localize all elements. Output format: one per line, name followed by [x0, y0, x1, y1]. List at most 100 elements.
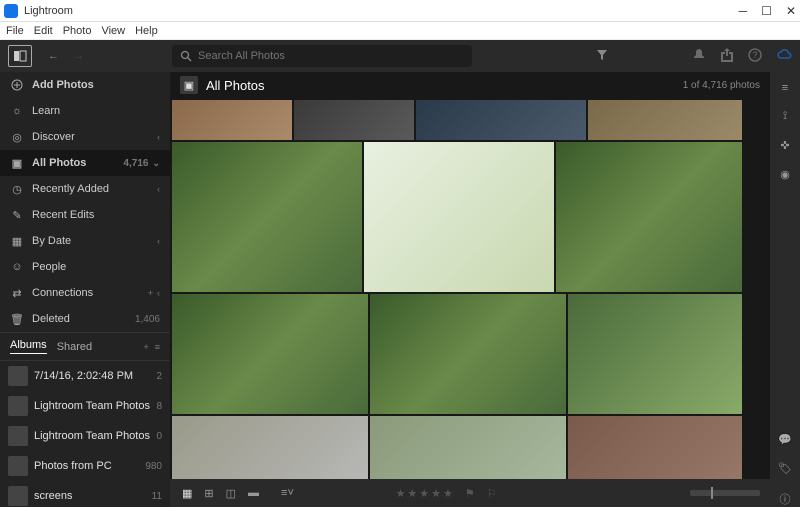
- svg-text:?: ?: [752, 50, 757, 60]
- masking-icon[interactable]: ◉: [780, 168, 790, 181]
- menu-help[interactable]: Help: [135, 25, 158, 37]
- connections-icon: ⇄: [10, 286, 24, 300]
- sidebar-by-date[interactable]: ▦ By Date ‹: [0, 228, 170, 254]
- menu-file[interactable]: File: [6, 25, 24, 37]
- shared-tab[interactable]: Shared: [57, 341, 92, 353]
- close-button[interactable]: ✕: [786, 4, 796, 18]
- right-toolbar: ≡ ⟟ ✜ ◉ 💬 🏷 ⓘ: [770, 72, 800, 507]
- app-icon: [4, 4, 18, 18]
- album-thumbnail: [8, 426, 28, 446]
- album-label: screens: [34, 490, 148, 502]
- photo-grid: [170, 98, 770, 479]
- menu-view[interactable]: View: [101, 25, 125, 37]
- zoom-slider[interactable]: [690, 490, 760, 496]
- album-label: Lightroom Team Photos: [34, 400, 152, 412]
- info-icon[interactable]: ⓘ: [780, 491, 791, 507]
- album-count: 2: [156, 371, 162, 382]
- add-album-button[interactable]: +: [143, 342, 148, 352]
- photo-thumbnail[interactable]: [568, 416, 742, 479]
- photo-thumbnail[interactable]: [172, 294, 368, 414]
- sidebar-people[interactable]: ☺ People: [0, 254, 170, 280]
- photo-thumbnail[interactable]: [568, 294, 742, 414]
- album-row[interactable]: Lightroom Team Photos 8: [0, 391, 170, 421]
- menu-photo[interactable]: Photo: [63, 25, 92, 37]
- search-icon: [180, 50, 192, 62]
- sidebar-recent-edits[interactable]: ✎ Recent Edits: [0, 202, 170, 228]
- album-row[interactable]: Lightroom Team Photos 0: [0, 421, 170, 451]
- sidebar-deleted[interactable]: 🗑 Deleted 1,406: [0, 306, 170, 332]
- chevron-down-icon: ⌄: [152, 158, 160, 169]
- back-button[interactable]: ←: [44, 48, 63, 64]
- photo-thumbnail[interactable]: [370, 416, 566, 479]
- keywords-icon[interactable]: 🏷: [778, 462, 792, 475]
- flag-pick-icon[interactable]: ⚑: [465, 487, 477, 500]
- filter-button[interactable]: [596, 49, 608, 64]
- album-label: 7/14/16, 2:02:48 PM: [34, 370, 152, 382]
- sidebar-learn[interactable]: ☼ Learn: [0, 98, 170, 124]
- search-bar[interactable]: [172, 45, 472, 67]
- album-label: Photos from PC: [34, 460, 141, 472]
- photo-thumbnail[interactable]: [172, 142, 362, 292]
- album-row[interactable]: 7/14/16, 2:02:48 PM 2: [0, 361, 170, 391]
- window-title: Lightroom: [24, 5, 739, 17]
- album-label: Lightroom Team Photos: [34, 430, 152, 442]
- plus-small-icon[interactable]: +: [148, 288, 153, 298]
- album-thumbnail: [8, 396, 28, 416]
- plus-icon: [10, 78, 24, 92]
- cloud-sync-icon[interactable]: [776, 48, 792, 65]
- sidebar: Add Photos ☼ Learn ◎ Discover ‹ ▣ All Ph…: [0, 72, 170, 507]
- page-title: All Photos: [206, 78, 683, 93]
- photo-thumbnail[interactable]: [588, 100, 742, 140]
- album-count: 0: [156, 431, 162, 442]
- photo-thumbnail[interactable]: [294, 100, 414, 140]
- minimize-button[interactable]: ─: [739, 4, 748, 18]
- notifications-icon[interactable]: [692, 48, 706, 65]
- clock-icon: ◷: [10, 182, 24, 196]
- grid-view-button[interactable]: ▦: [180, 485, 194, 502]
- sort-button[interactable]: ≡˅: [279, 485, 296, 501]
- album-count: 8: [156, 401, 162, 412]
- add-photos-label: Add Photos: [32, 79, 160, 91]
- photo-thumbnail[interactable]: [416, 100, 586, 140]
- edit-icon: ✎: [10, 208, 24, 222]
- menu-edit[interactable]: Edit: [34, 25, 53, 37]
- photo-thumbnail[interactable]: [556, 142, 742, 292]
- photo-thumbnail[interactable]: [370, 294, 566, 414]
- albums-tab[interactable]: Albums: [10, 339, 47, 354]
- compass-icon: ◎: [10, 130, 24, 144]
- photo-thumbnail[interactable]: [364, 142, 554, 292]
- search-input[interactable]: [198, 50, 464, 62]
- sidebar-all-photos[interactable]: ▣ All Photos 4,716 ⌄: [0, 150, 170, 176]
- home-button[interactable]: [8, 45, 32, 67]
- photo-thumbnail[interactable]: [172, 416, 368, 479]
- breadcrumb-icon: ▣: [180, 76, 198, 94]
- photo-thumbnail[interactable]: [172, 100, 292, 140]
- sidebar-connections[interactable]: ⇄ Connections + ‹: [0, 280, 170, 306]
- edit-sliders-icon[interactable]: ≡: [782, 82, 788, 94]
- forward-button[interactable]: →: [69, 48, 88, 64]
- album-thumbnail: [8, 366, 28, 386]
- photo-count: 1 of 4,716 photos: [683, 80, 760, 91]
- add-photos-button[interactable]: Add Photos: [0, 72, 170, 98]
- rating-stars[interactable]: ★★★★★⚑⚐: [396, 487, 499, 500]
- heal-icon[interactable]: ✜: [780, 139, 789, 152]
- detail-view-button[interactable]: ▬: [246, 485, 261, 501]
- album-thumbnail: [8, 486, 28, 506]
- sidebar-recently-added[interactable]: ◷ Recently Added ‹: [0, 176, 170, 202]
- share-icon[interactable]: [720, 48, 734, 65]
- sort-albums-button[interactable]: ≡: [155, 342, 160, 352]
- crop-icon[interactable]: ⟟: [783, 110, 787, 123]
- calendar-icon: ▦: [10, 234, 24, 248]
- help-icon[interactable]: ?: [748, 48, 762, 65]
- square-grid-button[interactable]: ⊞: [202, 485, 215, 502]
- lightbulb-icon: ☼: [10, 104, 24, 118]
- compare-view-button[interactable]: ◫: [224, 485, 238, 502]
- sidebar-discover[interactable]: ◎ Discover ‹: [0, 124, 170, 150]
- album-row[interactable]: screens 11: [0, 481, 170, 507]
- trash-icon: 🗑: [10, 312, 24, 326]
- flag-reject-icon[interactable]: ⚐: [487, 487, 499, 500]
- comments-icon[interactable]: 💬: [778, 433, 792, 446]
- album-row[interactable]: Photos from PC980: [0, 451, 170, 481]
- maximize-button[interactable]: ☐: [761, 4, 772, 18]
- album-count: 11: [152, 491, 162, 502]
